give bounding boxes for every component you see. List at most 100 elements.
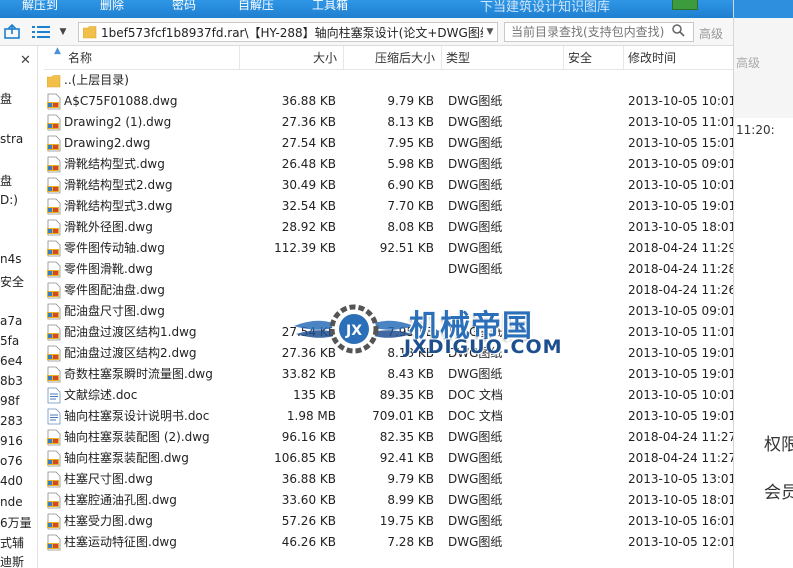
left-pane-item[interactable]: D:): [0, 193, 18, 207]
table-row[interactable]: 柱塞尺寸图.dwg 36.88 KB 9.79 KB DWG图纸 2013-10-05 …: [44, 469, 733, 490]
toolbar-promo-text[interactable]: 下当建筑设计知识图库: [480, 0, 610, 15]
file-type-cell: DWG图纸: [448, 136, 503, 150]
dwg-file-icon: [47, 93, 61, 110]
table-row[interactable]: 轴向柱塞泵装配图.dwg 106.85 KB 92.41 KB DWG图纸 2018-0…: [44, 448, 733, 469]
left-pane-item[interactable]: 式辅: [0, 534, 24, 551]
upload-icon[interactable]: [2, 23, 24, 41]
left-pane-item[interactable]: nde: [0, 495, 23, 509]
toolbox-button[interactable]: 工具箱: [312, 0, 348, 13]
compressed-size-cell: 92.41 KB: [379, 451, 434, 465]
column-header-security[interactable]: 安全: [564, 46, 624, 70]
table-row[interactable]: Drawing2.dwg 27.54 KB 7.95 KB DWG图纸 2013-10-…: [44, 133, 733, 154]
table-row[interactable]: A$C75F01088.dwg 36.88 KB 9.79 KB DWG图纸 2013-…: [44, 91, 733, 112]
file-name-cell: 柱塞受力图.dwg: [64, 514, 153, 528]
table-row[interactable]: 配油盘尺寸图.dwg 2013-10-05 09:01:: [44, 301, 733, 322]
left-pane-item[interactable]: 4d0: [0, 474, 23, 488]
file-type-cell: DWG图纸: [448, 514, 503, 528]
left-pane-item[interactable]: 5fa: [0, 334, 19, 348]
advanced-search-link[interactable]: 高级: [699, 25, 723, 42]
view-dropdown-chevron-down-icon[interactable]: ▼: [56, 23, 70, 41]
file-name-cell: 轴向柱塞泵装配图.dwg: [64, 451, 189, 465]
table-row[interactable]: 滑靴结构型式2.dwg 30.49 KB 6.90 KB DWG图纸 2013-10-0…: [44, 175, 733, 196]
file-name-cell: 柱塞腔通油孔图.dwg: [64, 493, 177, 507]
path-dropdown-chevron-down-icon[interactable]: ▼: [483, 27, 497, 37]
left-pane-item[interactable]: 8b3: [0, 374, 23, 388]
left-pane-item[interactable]: 盘: [0, 90, 12, 107]
table-row[interactable]: 配油盘过渡区结构1.dwg 27.54 KB 7.95 KB DWG图纸 2013-10…: [44, 322, 733, 343]
left-pane-item[interactable]: 916: [0, 434, 23, 448]
delete-button[interactable]: 删除: [100, 0, 124, 13]
modified-time-cell: 2018-04-24 11:29:: [628, 241, 733, 255]
path-box[interactable]: 1bef573fcf1b8937fd.rar\【HY-288】轴向柱塞泵设计(论…: [78, 22, 498, 42]
table-row[interactable]: 零件图滑靴.dwg DWG图纸 2018-04-24 11:28:: [44, 259, 733, 280]
file-size-cell: 106.85 KB: [274, 451, 336, 465]
file-size-cell: [240, 280, 336, 301]
table-row[interactable]: 奇数柱塞泵瞬时流量图.dwg 33.82 KB 8.43 KB DWG图纸 2013-1…: [44, 364, 733, 385]
self-extract-button[interactable]: 自解压: [238, 0, 274, 13]
table-row[interactable]: 文献综述.doc 135 KB 89.35 KB DOC 文档 2013-10-05 1…: [44, 385, 733, 406]
address-bar-row: ▼ 1bef573fcf1b8937fd.rar\【HY-288】轴向柱塞泵设计…: [0, 18, 733, 46]
column-header-type[interactable]: 类型: [442, 46, 564, 70]
dwg-file-icon: [47, 240, 61, 257]
left-pane-item[interactable]: 盘: [0, 172, 12, 189]
file-type-cell: DWG图纸: [448, 493, 503, 507]
close-icon[interactable]: ✕: [20, 53, 31, 68]
modified-time-cell: 2013-10-05 18:01:: [628, 493, 733, 507]
toolbar-badge-icon[interactable]: [672, 0, 698, 10]
table-row[interactable]: 柱塞腔通油孔图.dwg 33.60 KB 8.99 KB DWG图纸 2013-10-0…: [44, 490, 733, 511]
file-type-cell: DWG图纸: [448, 241, 503, 255]
file-name-cell: 滑靴结构型式3.dwg: [64, 199, 173, 213]
table-row[interactable]: 柱塞受力图.dwg 57.26 KB 19.75 KB DWG图纸 2013-10-05…: [44, 511, 733, 532]
file-type-cell: [448, 280, 558, 301]
column-header-modified[interactable]: 修改时间: [624, 46, 733, 70]
table-row[interactable]: 滑靴结构型式3.dwg 32.54 KB 7.70 KB DWG图纸 2013-10-0…: [44, 196, 733, 217]
compressed-size-cell: 89.35 KB: [379, 388, 434, 402]
password-button[interactable]: 密码: [172, 0, 196, 13]
left-pane-item[interactable]: 98f: [0, 394, 20, 408]
compressed-size-cell: 8.13 KB: [387, 115, 434, 129]
modified-time-cell: 2018-04-24 11:27:: [628, 430, 733, 444]
file-size-cell: 33.60 KB: [281, 493, 336, 507]
parent-directory-label: ..(上层目录): [64, 73, 129, 87]
left-pane-item[interactable]: 6e4: [0, 354, 23, 368]
dwg-file-icon: [47, 198, 61, 215]
search-box[interactable]: [504, 22, 694, 42]
left-pane-item[interactable]: stra: [0, 132, 23, 146]
table-row[interactable]: 滑靴外径图.dwg 28.92 KB 8.08 KB DWG图纸 2013-10-05 …: [44, 217, 733, 238]
table-row[interactable]: 配油盘过渡区结构2.dwg 27.36 KB 8.13 KB DWG图纸 2013-10…: [44, 343, 733, 364]
compressed-size-cell: [344, 301, 434, 322]
left-pane-item[interactable]: 283: [0, 414, 23, 428]
modified-time-cell: 2013-10-05 13:01:: [628, 472, 733, 486]
left-pane-item[interactable]: 安全: [0, 273, 24, 290]
table-row[interactable]: 轴向柱塞泵设计说明书.doc 1.98 MB 709.01 KB DOC 文档 2013…: [44, 406, 733, 427]
extract-button[interactable]: 解压到: [22, 0, 58, 13]
left-pane-item[interactable]: 6万量: [0, 514, 32, 531]
compressed-size-cell: 7.70 KB: [387, 199, 434, 213]
table-row[interactable]: 轴向柱塞泵装配图 (2).dwg 96.16 KB 82.35 KB DWG图纸 201…: [44, 427, 733, 448]
column-header-compressed[interactable]: 压缩后大小: [344, 46, 442, 70]
left-pane: ✕ 盘 stra 盘 D:) n4s 安全 a7a 5fa 6e4 8b3 98f 283 916 o76…: [0, 46, 38, 568]
parent-directory-row[interactable]: ..(上层目录): [44, 70, 733, 91]
table-row[interactable]: 零件图传动轴.dwg 112.39 KB 92.51 KB DWG图纸 2018-04-…: [44, 238, 733, 259]
left-pane-item[interactable]: a7a: [0, 314, 22, 328]
dwg-file-icon: [47, 303, 61, 320]
table-row[interactable]: 零件图配油盘.dwg 2018-04-24 11:26:: [44, 280, 733, 301]
column-header-size[interactable]: 大小: [240, 46, 344, 70]
left-pane-item[interactable]: n4s: [0, 252, 22, 266]
file-type-cell: DWG图纸: [448, 262, 503, 276]
search-icon[interactable]: [669, 24, 687, 40]
left-pane-item[interactable]: o76: [0, 454, 23, 468]
table-row[interactable]: 柱塞运动特征图.dwg 46.26 KB 7.28 KB DWG图纸 2013-10-0…: [44, 532, 733, 553]
search-input[interactable]: [511, 25, 669, 39]
left-pane-item[interactable]: 迪斯: [0, 553, 24, 568]
background-time-label: 11:20:: [736, 123, 775, 137]
table-row[interactable]: 滑靴结构型式.dwg 26.48 KB 5.98 KB DWG图纸 2013-10-05…: [44, 154, 733, 175]
modified-time-cell: 2018-04-24 11:28:: [628, 262, 733, 276]
file-type-cell: DWG图纸: [448, 325, 503, 339]
column-header-name[interactable]: 名称: [64, 46, 240, 70]
list-view-icon[interactable]: [30, 23, 52, 41]
compressed-size-cell: 9.79 KB: [387, 472, 434, 486]
modified-time-cell: 2013-10-05 15:01:: [628, 136, 733, 150]
modified-time-cell: 2013-10-05 12:01:: [628, 535, 733, 549]
table-row[interactable]: Drawing2 (1).dwg 27.36 KB 8.13 KB DWG图纸 2013…: [44, 112, 733, 133]
